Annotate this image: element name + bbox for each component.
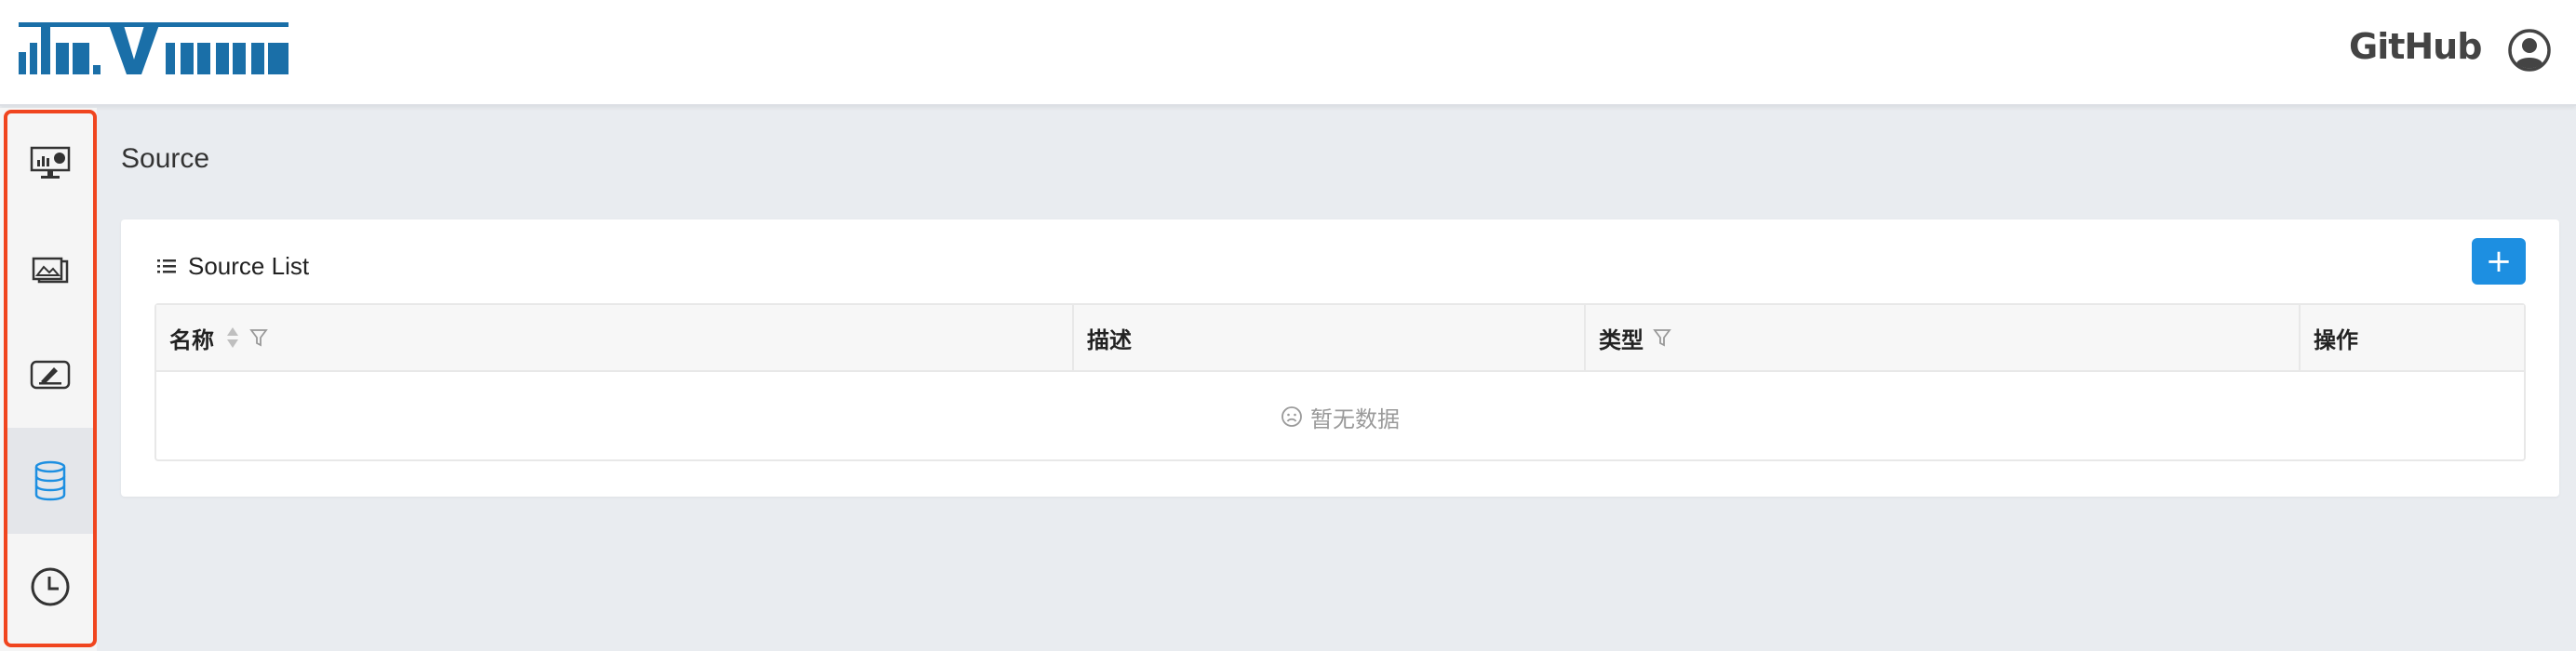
column-label: 操作 [2314,326,2358,353]
add-source-button[interactable]: + [2472,238,2526,285]
sidebar-item-schedule[interactable] [7,534,93,640]
sidebar-item-widget[interactable] [7,216,93,322]
sad-face-icon [1281,406,1302,427]
user-avatar-icon[interactable] [2507,28,2552,73]
column-header-actions: 操作 [2301,305,2524,370]
sidebar [0,108,97,651]
top-header: GitHub [0,0,2576,106]
sidebar-item-dashboard[interactable] [7,110,93,216]
list-icon [157,259,176,273]
davinci-logo[interactable] [19,22,290,80]
column-label: 名称 [169,326,214,353]
dashboard-monitor-icon [30,146,71,179]
column-label: 类型 [1599,326,1644,353]
sort-icon[interactable] [225,326,240,350]
empty-text: 暂无数据 [1310,405,1400,432]
github-link[interactable]: GitHub [2349,26,2482,67]
card-header: Source List [156,247,309,285]
table-header: 名称 描述 类型 操作 [156,305,2524,372]
filter-icon[interactable] [249,327,268,348]
empty-state: 暂无数据 [156,374,2524,459]
column-label: 描述 [1087,326,1132,353]
sidebar-item-view[interactable] [7,322,93,428]
column-header-name[interactable]: 名称 [156,305,1072,370]
database-icon [34,460,66,501]
column-header-description: 描述 [1074,305,1584,370]
sidebar-item-source[interactable] [7,428,93,534]
page-title: Source [121,143,210,174]
widget-image-icon [32,257,69,284]
card-title: Source List [188,251,310,280]
clock-icon [31,567,70,606]
source-list-card: Source List + 名称 描述 类型 操作 暂无数据 [121,219,2559,497]
source-table: 名称 描述 类型 操作 暂无数据 [154,303,2526,461]
column-header-type[interactable]: 类型 [1586,305,2299,370]
view-edit-icon [30,360,71,390]
filter-icon[interactable] [1653,327,1671,348]
